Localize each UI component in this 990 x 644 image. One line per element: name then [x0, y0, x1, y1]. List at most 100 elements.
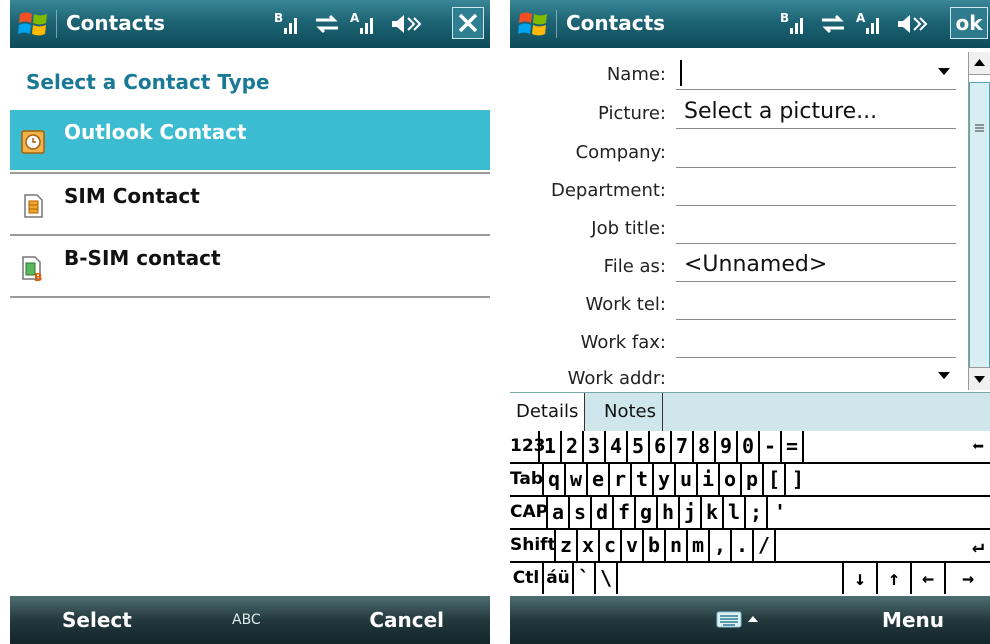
windows-start-icon[interactable] [16, 8, 50, 40]
key[interactable]: 1 [540, 431, 562, 462]
key-accents[interactable]: áü [544, 563, 574, 594]
field-label: Job title: [591, 218, 666, 239]
chevron-down-icon[interactable] [938, 68, 950, 75]
key[interactable]: = [782, 431, 804, 462]
chevron-down-icon[interactable] [938, 372, 950, 379]
svg-text:A: A [856, 11, 866, 25]
scroll-thumb[interactable] [969, 82, 990, 378]
arrow-right-key[interactable]: → [946, 563, 990, 594]
picture-field[interactable]: Picture: Select a picture... [510, 93, 962, 131]
close-icon[interactable] [452, 7, 484, 39]
company-field[interactable]: Company: [510, 132, 962, 170]
department-field[interactable]: Department: [510, 170, 962, 208]
backspace-key[interactable]: ⬅ [804, 431, 990, 462]
name-field[interactable]: Name: [510, 54, 962, 92]
key[interactable]: - [760, 431, 782, 462]
field-label: Work tel: [585, 294, 667, 315]
list-item-sim-contact[interactable]: SIM Contact [10, 174, 490, 234]
key[interactable]: g [636, 497, 658, 528]
key[interactable]: c [600, 530, 622, 561]
spacebar[interactable] [618, 563, 844, 594]
key[interactable]: u [676, 464, 698, 495]
key[interactable]: ` [574, 563, 596, 594]
volume-icon[interactable] [894, 10, 928, 38]
enter-key[interactable]: ↵ [776, 530, 990, 561]
key[interactable]: \ [596, 563, 618, 594]
work-fax-field[interactable]: Work fax: [510, 322, 962, 360]
scroll-down-icon[interactable] [969, 367, 990, 390]
key[interactable]: / [754, 530, 776, 561]
list-item-label: SIM Contact [64, 184, 200, 208]
arrow-left-key[interactable]: ← [912, 563, 946, 594]
key[interactable]: m [688, 530, 710, 561]
key-123[interactable]: 123 [510, 431, 546, 462]
key-tab[interactable]: Tab [510, 464, 544, 495]
tab-details[interactable]: Details [510, 393, 586, 431]
key[interactable]: f [614, 497, 636, 528]
job-title-field[interactable]: Job title: [510, 208, 962, 246]
ok-button[interactable]: ok [950, 7, 988, 39]
key[interactable]: 3 [584, 431, 606, 462]
key[interactable]: q [544, 464, 566, 495]
key[interactable]: y [654, 464, 676, 495]
key[interactable]: n [666, 530, 688, 561]
key[interactable]: 2 [562, 431, 584, 462]
list-item-outlook-contact[interactable]: Outlook Contact [10, 110, 490, 170]
key[interactable]: o [720, 464, 742, 495]
key[interactable]: 5 [628, 431, 650, 462]
work-addr-field[interactable]: Work addr: [510, 358, 962, 396]
key[interactable]: a [548, 497, 570, 528]
field-value: <Unnamed> [684, 252, 828, 277]
vertical-scrollbar[interactable] [968, 52, 990, 390]
menu-softkey[interactable]: Menu [882, 608, 944, 632]
keyboard-icon[interactable] [716, 610, 764, 634]
arrow-up-key[interactable]: ↑ [878, 563, 912, 594]
input-mode-indicator[interactable]: ABC [232, 612, 261, 628]
select-softkey[interactable]: Select [62, 608, 132, 632]
key[interactable]: 7 [672, 431, 694, 462]
key[interactable]: z [556, 530, 578, 561]
key[interactable]: ; [746, 497, 768, 528]
key[interactable]: b [644, 530, 666, 561]
key[interactable]: k [702, 497, 724, 528]
key[interactable]: r [610, 464, 632, 495]
key[interactable]: ] [786, 464, 990, 495]
keyboard-row: 123 1 2 3 4 5 6 7 8 9 0 - = ⬅ [510, 431, 990, 464]
svg-text:B: B [34, 271, 42, 282]
key[interactable]: p [742, 464, 764, 495]
cancel-softkey[interactable]: Cancel [369, 608, 444, 632]
key[interactable]: ' [768, 497, 990, 528]
arrow-down-key[interactable]: ↓ [844, 563, 878, 594]
tab-notes[interactable]: Notes [598, 393, 663, 431]
key[interactable]: v [622, 530, 644, 561]
key[interactable]: . [732, 530, 754, 561]
key[interactable]: x [578, 530, 600, 561]
key[interactable]: j [680, 497, 702, 528]
key[interactable]: t [632, 464, 654, 495]
key[interactable]: d [592, 497, 614, 528]
key[interactable]: , [710, 530, 732, 561]
volume-icon[interactable] [388, 10, 422, 38]
list-item-b-sim-contact[interactable]: B B-SIM contact [10, 236, 490, 296]
key[interactable]: l [724, 497, 746, 528]
scroll-up-icon[interactable] [969, 52, 990, 75]
key[interactable]: 9 [716, 431, 738, 462]
key[interactable]: 0 [738, 431, 760, 462]
key[interactable]: 8 [694, 431, 716, 462]
key-shift[interactable]: Shift [510, 530, 556, 561]
key-ctrl[interactable]: Ctl [510, 563, 544, 594]
b-sim-contact-icon: B [22, 256, 42, 282]
windows-start-icon[interactable] [516, 8, 550, 40]
key[interactable]: 4 [606, 431, 628, 462]
key[interactable]: 6 [650, 431, 672, 462]
title-separator [556, 10, 557, 38]
key[interactable]: w [566, 464, 588, 495]
key[interactable]: i [698, 464, 720, 495]
key[interactable]: s [570, 497, 592, 528]
key-caps[interactable]: CAP [510, 497, 548, 528]
key[interactable]: h [658, 497, 680, 528]
file-as-field[interactable]: File as: <Unnamed> [510, 246, 962, 284]
key[interactable]: e [588, 464, 610, 495]
key[interactable]: [ [764, 464, 786, 495]
work-tel-field[interactable]: Work tel: [510, 284, 962, 322]
